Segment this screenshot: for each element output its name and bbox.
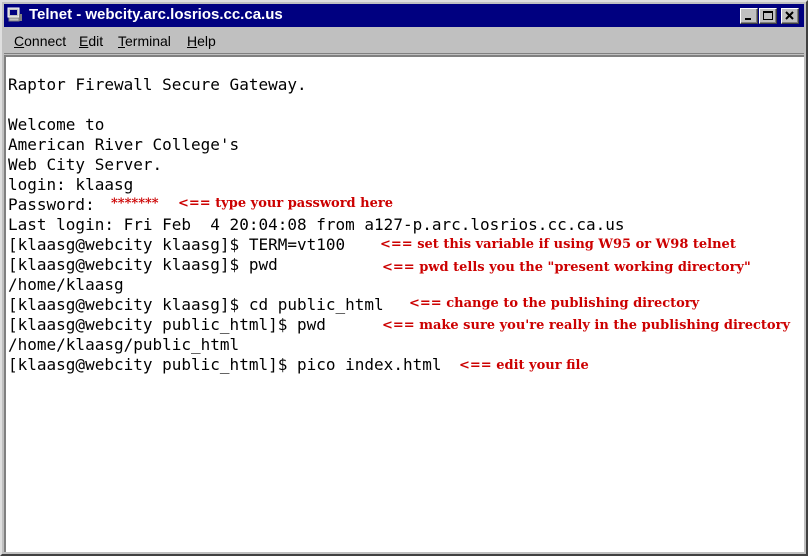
terminal-line: [klaasg@webcity klaasg]$ TERM=vt100 [8,235,346,254]
terminal-line: Web City Server. [8,155,163,174]
annotation-term: <== set this variable if using W95 or W9… [380,237,736,252]
annotation-pico: <== edit your file [459,358,589,373]
title-bar[interactable]: Telnet - webcity.arc.losrios.cc.ca.us [4,4,804,27]
telnet-app-icon[interactable] [7,7,23,23]
annotation-pwd: <== pwd tells you the "present working d… [382,260,751,275]
menu-terminal[interactable]: Terminal [118,33,171,49]
terminal-line: Welcome to [8,115,105,134]
annotation-pwd-check: <== make sure you're really in the publi… [382,318,791,333]
annotation-cd: <== change to the publishing directory [409,296,700,311]
terminal-line: /home/klaasg [8,275,124,294]
terminal-line: Last login: Fri Feb 4 20:04:08 from a127… [8,215,625,234]
menu-edit[interactable]: Edit [79,33,103,49]
terminal-line: [klaasg@webcity klaasg]$ pwd [8,255,278,274]
menu-help[interactable]: Help [187,33,216,49]
telnet-window: Telnet - webcity.arc.losrios.cc.ca.us Co… [0,0,808,556]
terminal-line: [klaasg@webcity klaasg]$ cd public_html [8,295,384,314]
minimize-button[interactable] [740,8,758,24]
close-button[interactable] [781,8,799,24]
maximize-icon [763,11,773,20]
annotation-password: <== type your password here [178,196,394,211]
menu-bar: Connect Edit Terminal Help [4,29,804,54]
terminal-line: /home/klaasg/public_html [8,335,240,354]
terminal-line: Password: [8,195,95,214]
window-title: Telnet - webcity.arc.losrios.cc.ca.us [29,6,283,23]
terminal-line: American River College's [8,135,240,154]
minimize-icon [745,18,751,20]
close-icon [785,11,794,20]
password-mask: ******* [111,196,159,211]
terminal-line: login: klaasg [8,175,134,194]
maximize-button[interactable] [759,8,777,24]
terminal-line: [klaasg@webcity public_html]$ pwd [8,315,326,334]
terminal-line: [klaasg@webcity public_html]$ pico index… [8,355,442,374]
menu-connect[interactable]: Connect [14,33,66,49]
terminal-line: Raptor Firewall Secure Gateway. [8,75,307,94]
terminal-screen[interactable]: Raptor Firewall Secure Gateway. Welcome … [4,55,804,552]
